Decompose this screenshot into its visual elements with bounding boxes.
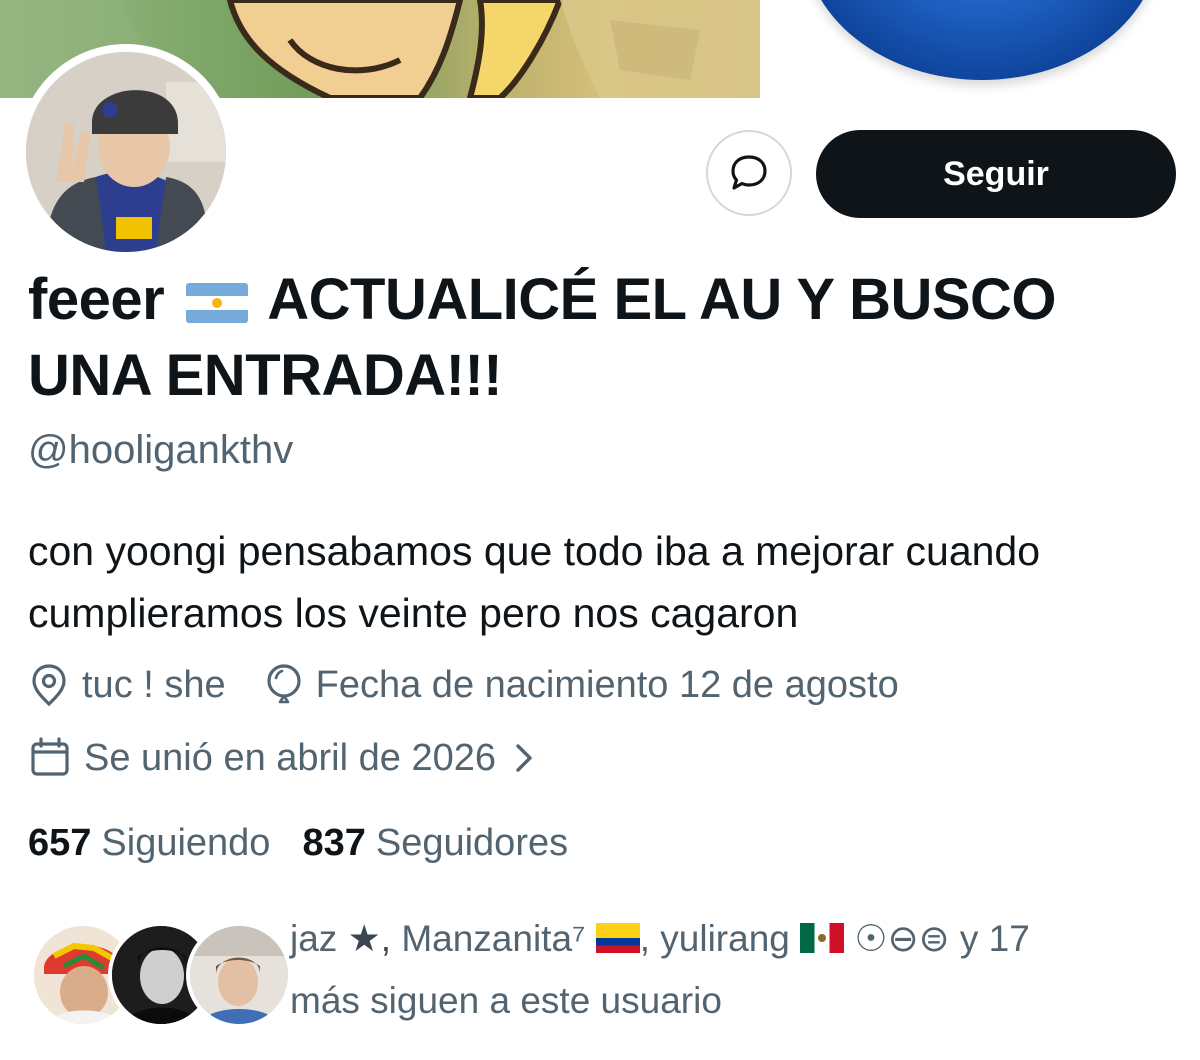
birthday-text: Fecha de nacimiento 12 de agosto xyxy=(315,663,899,706)
known-follower-name-1: jaz xyxy=(290,918,338,959)
following-count[interactable]: 657 xyxy=(28,822,91,865)
mexico-flag-icon xyxy=(800,923,845,953)
display-name: feeer ACTUALICÉ EL AU Y BUSCO UNA ENTRAD… xyxy=(28,262,1148,414)
follow-stats: 657 Siguiendo 837 Seguidores xyxy=(28,822,600,865)
known-followers-text[interactable]: jaz ★, Manzanita⁷ , yulirang ☉⊖⊜ y 17 má… xyxy=(290,908,1170,1032)
known-follower-tail: más siguen a este usuario xyxy=(290,980,722,1021)
display-name-status: ACTUALICÉ EL AU Y BUSCO UNA ENTRADA!!! xyxy=(28,267,1057,408)
chevron-right-icon xyxy=(516,744,532,772)
profile-avatar[interactable] xyxy=(18,44,234,260)
argentina-flag-icon xyxy=(185,283,248,323)
known-follower-avatar-3 xyxy=(186,922,292,1028)
birthday-item: Fecha de nacimiento 12 de agosto xyxy=(264,662,899,708)
display-name-text: feeer xyxy=(28,267,165,332)
banner-right-image xyxy=(760,0,1200,98)
message-icon xyxy=(731,155,767,190)
calendar-icon xyxy=(31,737,69,776)
known-followers-avatars[interactable] xyxy=(30,922,292,1028)
location-pin-icon xyxy=(32,664,66,707)
message-button[interactable] xyxy=(706,130,792,216)
follow-button[interactable]: Seguir xyxy=(816,130,1176,218)
avatar-3-art xyxy=(190,926,288,1024)
followers-label[interactable]: Seguidores xyxy=(376,822,568,865)
avatar-photo xyxy=(26,52,226,252)
avatar-illustration xyxy=(26,52,226,252)
known-follower-more-count: y 17 xyxy=(959,918,1030,959)
following-label[interactable]: Siguiendo xyxy=(101,822,270,865)
known-follower-symbols: ☉⊖⊜ xyxy=(854,918,950,959)
joined-row[interactable]: Se unió en abril de 2026 xyxy=(28,736,588,780)
user-handle: @hooligankthv xyxy=(28,428,294,472)
profile-meta-row: tuc ! she Fecha de nacimiento 12 de agos… xyxy=(28,662,937,708)
followers-count[interactable]: 837 xyxy=(302,822,365,865)
location-item: tuc ! she xyxy=(28,662,226,708)
colombia-flag-icon xyxy=(595,923,640,953)
joined-text: Se unió en abril de 2026 xyxy=(84,736,496,779)
joined-item[interactable]: Se unió en abril de 2026 xyxy=(28,736,550,780)
location-text: tuc ! she xyxy=(82,663,226,706)
known-follower-name-1-suffix: ★, xyxy=(347,918,392,959)
known-follower-name-3: , yulirang xyxy=(639,918,790,959)
blue-sphere xyxy=(804,0,1160,80)
profile-bio: con yoongi pensabamos que todo iba a mej… xyxy=(28,528,1041,636)
known-follower-name-2: Manzanita⁷ xyxy=(401,918,586,959)
balloon-icon xyxy=(267,664,301,704)
